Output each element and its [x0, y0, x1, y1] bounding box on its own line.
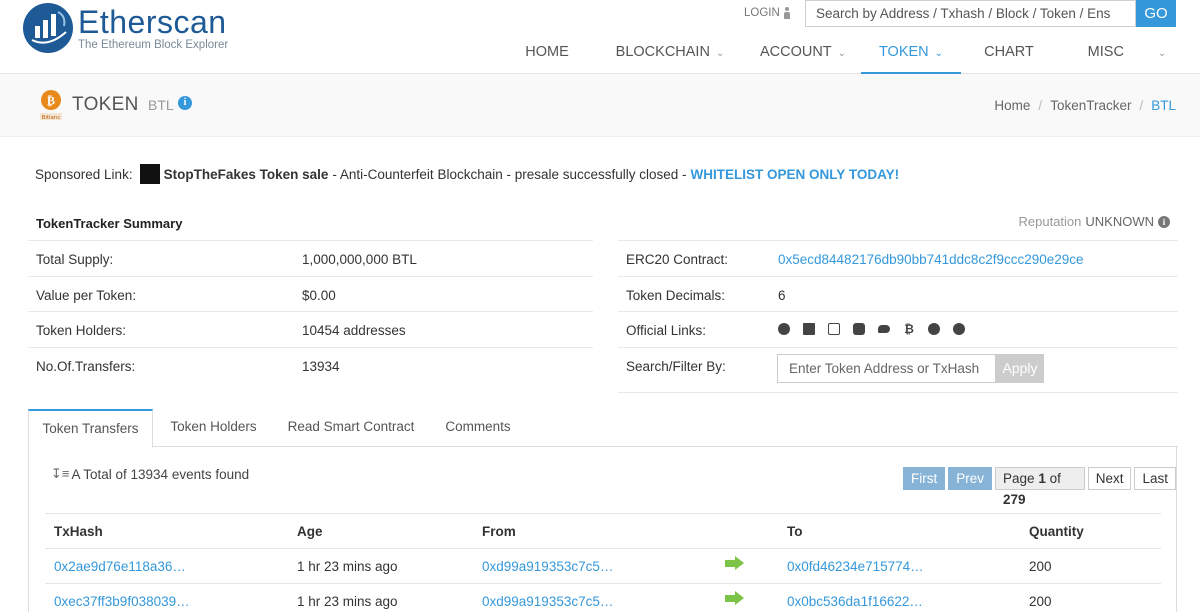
first-page-button[interactable]: First: [903, 467, 946, 490]
user-icon: [783, 6, 791, 19]
sponsor-text: - Anti-Counterfeit Blockchain - presale …: [332, 166, 687, 182]
svg-text:₿: ₿: [47, 94, 55, 108]
summary-left-table: Total Supply: 1,000,000,000 BTL Value per…: [28, 240, 593, 382]
pagination: First Prev Page 1 of 279 Next Last: [903, 467, 1176, 507]
token-tabs: Token Transfers Token Holders Read Smart…: [28, 409, 1178, 448]
chevron-down-icon: ⌄: [934, 48, 944, 59]
telegram-icon[interactable]: [953, 323, 965, 335]
tab-token-transfers[interactable]: Token Transfers: [28, 409, 153, 448]
summary-row: Search/Filter By: Apply: [618, 346, 1178, 393]
top-header: Etherscan The Ethereum Block Explorer LO…: [0, 0, 1200, 74]
token-transfers-panel: ↧≡ A Total of 13934 events found First P…: [28, 447, 1177, 612]
nav-token[interactable]: TOKEN ⌄: [861, 34, 961, 74]
sponsor-name[interactable]: StopTheFakes Token sale: [164, 167, 329, 182]
arrow-right-icon: [725, 556, 745, 570]
breadcrumb-tokentracker[interactable]: TokenTracker: [1050, 98, 1131, 113]
tx-hash-link[interactable]: 0x2ae9d76e118a36…: [54, 559, 186, 574]
nav-home[interactable]: HOME: [500, 34, 594, 74]
twitter-icon[interactable]: [878, 323, 890, 335]
reputation: Reputation UNKNOWN i: [1019, 214, 1170, 229]
info-icon[interactable]: i: [1158, 215, 1170, 228]
last-page-button[interactable]: Last: [1134, 467, 1176, 490]
tx-age: 1 hr 23 mins ago: [297, 594, 398, 609]
tab-token-holders[interactable]: Token Holders: [162, 409, 265, 447]
from-address-link[interactable]: 0xd99a919353c7c5…: [482, 594, 613, 609]
info-icon[interactable]: i: [178, 96, 192, 110]
breadcrumb-home[interactable]: Home: [994, 98, 1030, 113]
events-found: ↧≡ A Total of 13934 events found: [51, 466, 250, 482]
summary-row: Token Decimals: 6: [618, 275, 1178, 312]
tx-quantity: 200: [1029, 559, 1052, 574]
login-label: LOGIN: [744, 6, 780, 19]
sponsor-cta-link[interactable]: WHITELIST OPEN ONLY TODAY!: [691, 167, 900, 182]
transfers-table: TxHash Age From To Quantity 0x2ae9d76e11…: [45, 513, 1161, 612]
sponsor-logo-icon: [139, 164, 160, 184]
chevron-down-icon: ⌄: [1157, 48, 1167, 59]
token-logo-icon: ₿ Bitlanc: [40, 90, 62, 121]
chevron-down-icon: ⌄: [837, 48, 847, 59]
tx-hash-link[interactable]: 0xec37ff3b9f038039…: [54, 594, 190, 609]
table-row: 0x2ae9d76e118a36… 1 hr 23 mins ago 0xd99…: [45, 548, 1161, 583]
login-link[interactable]: LOGIN: [744, 5, 791, 20]
page-title-band: ₿ Bitlanc TOKEN BTL i Home / TokenTracker /…: [0, 74, 1200, 137]
search-go-button[interactable]: GO: [1136, 0, 1176, 27]
next-page-button[interactable]: Next: [1087, 467, 1132, 490]
tx-age: 1 hr 23 mins ago: [297, 559, 398, 574]
summary-row: ERC20 Contract: 0x5ecd84482176db90bb741d…: [618, 240, 1178, 276]
summary-row: Total Supply: 1,000,000,000 BTL: [28, 240, 593, 276]
globe-icon[interactable]: [778, 323, 790, 335]
nav-account[interactable]: ACCOUNT ⌄: [748, 34, 858, 74]
page-indicator: Page 1 of 279: [995, 467, 1085, 507]
summary-right-table: ERC20 Contract: 0x5ecd84482176db90bb741d…: [618, 240, 1178, 393]
etherscan-logo[interactable]: Etherscan The Ethereum Block Explorer: [22, 2, 228, 54]
bitcoin-icon[interactable]: ₿: [903, 323, 915, 335]
nav-blockchain[interactable]: BLOCKCHAIN ⌄: [605, 34, 735, 74]
nav-misc[interactable]: MISC ⌄: [1072, 34, 1182, 74]
sort-icon: ↧≡: [51, 466, 70, 481]
summary-heading: TokenTracker Summary: [36, 216, 183, 231]
tx-quantity: 200: [1029, 594, 1052, 609]
summary-row: No.Of.Transfers: 13934: [28, 346, 593, 383]
nav-chart[interactable]: CHART: [973, 34, 1045, 74]
svg-text:Bitlanc: Bitlanc: [42, 115, 61, 121]
chevron-down-icon: ⌄: [715, 48, 725, 59]
brand-name: Etherscan: [78, 3, 227, 40]
etherscan-logo-icon: [23, 3, 73, 53]
table-header: TxHash Age From To Quantity: [45, 513, 1161, 548]
from-address-link[interactable]: 0xd99a919353c7c5…: [482, 559, 613, 574]
summary-row: Value per Token: $0.00: [28, 275, 593, 312]
prev-page-button[interactable]: Prev: [948, 467, 993, 490]
reddit-icon[interactable]: [853, 323, 865, 335]
tab-read-smart-contract[interactable]: Read Smart Contract: [280, 409, 422, 447]
sponsored-link: Sponsored Link: StopTheFakes Token sale …: [35, 164, 899, 184]
to-address-link[interactable]: 0x0bc536da1f16622…: [787, 594, 923, 609]
apply-button[interactable]: Apply: [996, 353, 1044, 383]
summary-row: Official Links: ₿: [618, 311, 1178, 347]
table-row: 0xec37ff3b9f038039… 1 hr 23 mins ago 0xd…: [45, 583, 1161, 612]
search-input[interactable]: [805, 0, 1136, 27]
to-address-link[interactable]: 0x0fd46234e715774…: [787, 559, 924, 574]
contract-address-link[interactable]: 0x5ecd84482176db90bb741ddc8c2f9ccc290e29…: [778, 252, 1084, 267]
summary-row: Token Holders: 10454 addresses: [28, 311, 593, 347]
breadcrumb-current: BTL: [1151, 98, 1176, 113]
token-filter-input[interactable]: [777, 353, 996, 383]
token-symbol: BTL: [148, 97, 174, 113]
breadcrumb: Home / TokenTracker / BTL: [994, 98, 1176, 113]
blog-icon[interactable]: [828, 323, 840, 335]
email-icon[interactable]: [803, 323, 815, 335]
official-links: ₿: [778, 323, 965, 335]
arrow-right-icon: [725, 591, 745, 605]
github-icon[interactable]: [928, 323, 940, 335]
brand-tagline: The Ethereum Block Explorer: [78, 38, 229, 51]
tab-comments[interactable]: Comments: [436, 409, 520, 447]
page-title: TOKEN: [72, 94, 139, 115]
sponsored-prefix: Sponsored Link:: [35, 166, 133, 182]
